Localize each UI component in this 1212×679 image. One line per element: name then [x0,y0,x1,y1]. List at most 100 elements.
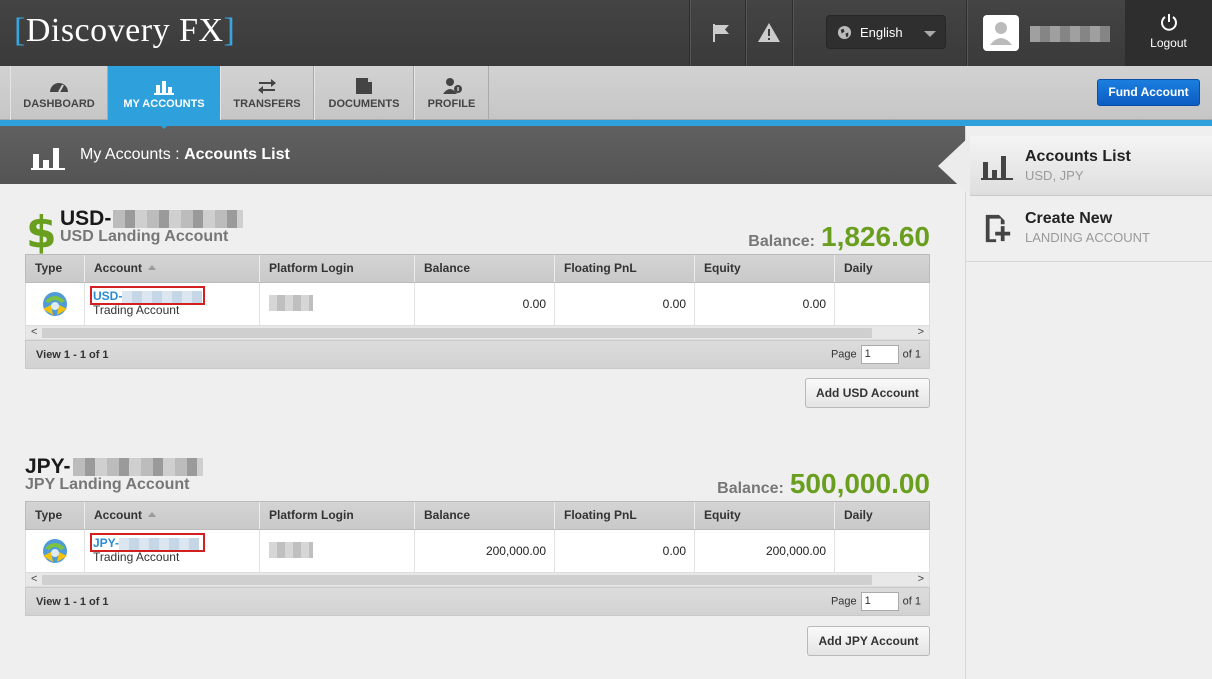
logo-bracket-left: [ [14,12,26,49]
column-header-platform-login[interactable]: Platform Login [260,255,415,282]
nav-my-accounts[interactable]: MY ACCOUNTS [108,66,220,120]
breadcrumb-section[interactable]: My Accounts [80,146,171,163]
transfer-arrows-icon [258,79,276,94]
add-document-icon [985,214,1011,243]
column-header-balance[interactable]: Balance [415,502,555,529]
horizontal-scrollbar[interactable]: < > [25,572,930,587]
bar-chart-icon [31,148,65,170]
sort-asc-icon [148,265,156,270]
column-header-type[interactable]: Type [26,255,85,282]
page-total: of 1 [902,348,921,361]
balance-label: Balance: [748,233,815,250]
flag-icon[interactable] [710,21,734,45]
add-jpy-account-button[interactable]: Add JPY Account [807,626,930,656]
column-header-balance[interactable]: Balance [415,255,555,282]
cell-daily [835,530,929,572]
column-header-daily[interactable]: Daily [835,502,929,529]
active-pointer-arrow [938,136,970,196]
account-link[interactable]: JPY- [93,536,200,550]
balance-value: 500,000.00 [789,468,930,499]
pager: Page 1 of 1 [831,345,921,364]
column-header-type[interactable]: Type [26,502,85,529]
column-header-label: Account [94,508,142,522]
sidebar-subtitle: LANDING ACCOUNT [1025,230,1150,245]
page-title: Accounts List [184,146,290,163]
usd-section-subtitle: USD Landing Account [60,228,229,245]
warning-icon[interactable] [757,21,781,45]
usd-accounts-table: Type Account Platform Login Balance Floa… [25,254,930,369]
username-redacted[interactable] [1030,26,1110,42]
table-footer: View 1 - 1 of 1 Page 1 of 1 [25,587,930,616]
page-input[interactable]: 1 [860,345,899,364]
column-header-daily[interactable]: Daily [835,255,929,282]
nav-label: DASHBOARD [23,98,95,110]
account-link[interactable]: USD- [93,289,203,303]
header-divider [792,0,793,66]
scroll-left-arrow[interactable]: < [31,326,37,339]
redacted-login [269,295,313,311]
cell-equity: 200,000.00 [695,530,835,572]
nav-label: MY ACCOUNTS [123,98,205,110]
scrollbar-thumb[interactable] [42,328,872,338]
sidebar-subtitle: USD, JPY [1025,168,1084,183]
page-label: Page [830,595,857,608]
sort-asc-icon [148,512,156,517]
scroll-right-arrow[interactable]: > [918,573,924,586]
bar-chart-icon [154,81,174,95]
power-icon [1161,14,1177,31]
page-input[interactable]: 1 [860,592,899,611]
table-footer: View 1 - 1 of 1 Page 1 of 1 [25,340,930,369]
scrollbar-thumb[interactable] [42,575,872,585]
avatar[interactable] [983,15,1019,51]
column-header-account[interactable]: Account [85,255,260,282]
chevron-down-icon [924,31,936,37]
logout-button[interactable]: Logout [1125,0,1212,66]
cell-equity: 0.00 [695,283,835,325]
column-header-account[interactable]: Account [85,502,260,529]
usd-title-prefix: USD- [60,207,112,230]
table-row[interactable]: JPY- Trading Account 200,000.00 0.00 200… [25,530,930,572]
nav-active-pointer [155,120,173,129]
cell-type [26,530,85,572]
logo-text: Discovery FX [25,12,224,49]
balance-value: 1,826.60 [821,221,930,252]
balance-label: Balance: [717,480,784,497]
breadcrumb-separator: : [175,146,180,163]
cell-daily [835,283,929,325]
sidebar-divider [966,261,1212,262]
usd-balance: Balance: 1,826.60 [748,221,930,253]
account-link-prefix: USD- [93,289,123,303]
cell-floating-pnl: 0.00 [555,283,695,325]
column-header-floating-pnl[interactable]: Floating PnL [555,502,695,529]
column-header-floating-pnl[interactable]: Floating PnL [555,255,695,282]
redacted-id [72,458,203,477]
cell-balance: 200,000.00 [415,530,555,572]
account-type-label: Trading Account [93,303,180,317]
jpy-accounts-table: Type Account Platform Login Balance Floa… [25,501,930,616]
column-header-equity[interactable]: Equity [695,255,835,282]
language-label: English [860,25,903,40]
scroll-right-arrow[interactable]: > [918,326,924,339]
table-header: Type Account Platform Login Balance Floa… [25,501,930,530]
fund-account-button[interactable]: Fund Account [1097,79,1200,106]
add-usd-account-button[interactable]: Add USD Account [805,378,930,408]
account-type-label: Trading Account [93,550,180,564]
column-header-platform-login[interactable]: Platform Login [260,502,415,529]
table-row[interactable]: USD- Trading Account 0.00 0.00 0.00 [25,283,930,325]
dollar-icon: $ [26,207,57,258]
brand-logo[interactable]: [Discovery FX] [14,12,235,50]
scroll-left-arrow[interactable]: < [31,573,37,586]
nav-transfers[interactable]: TRANSFERS [220,66,314,120]
gauge-icon [50,83,68,93]
jpy-title-prefix: JPY- [25,455,71,478]
horizontal-scrollbar[interactable]: < > [25,325,930,340]
cell-account: USD- Trading Account [85,283,260,325]
cell-balance: 0.00 [415,283,555,325]
language-select[interactable]: English [826,15,946,49]
nav-profile[interactable]: PROFILE [414,66,489,120]
record-count: View 1 - 1 of 1 [36,596,109,608]
column-header-equity[interactable]: Equity [695,502,835,529]
nav-documents[interactable]: DOCUMENTS [314,66,414,120]
nav-dashboard[interactable]: DASHBOARD [10,66,108,120]
profile-icon [442,78,462,94]
